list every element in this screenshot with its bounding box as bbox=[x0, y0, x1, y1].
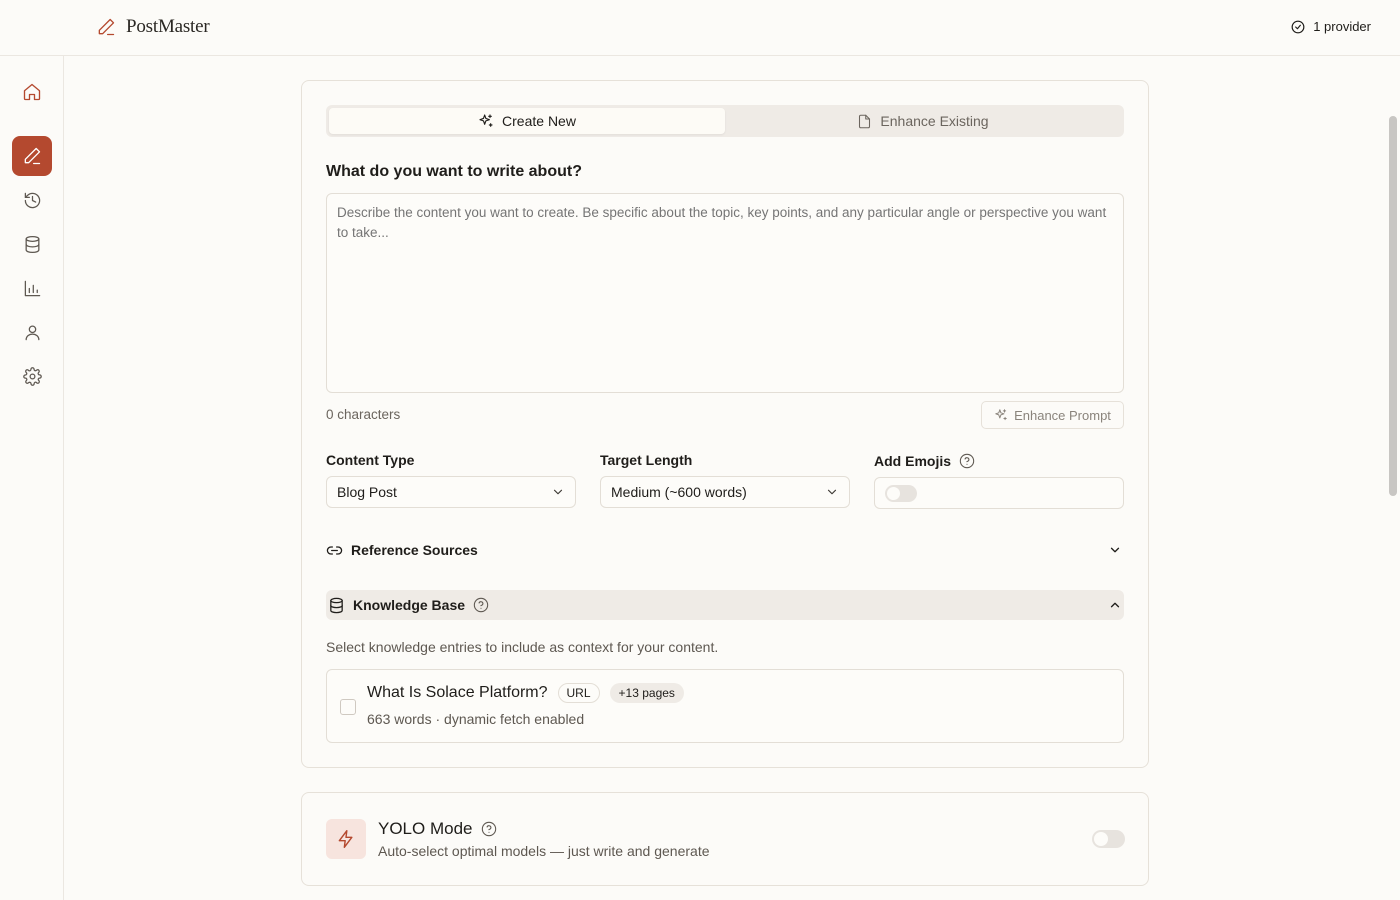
help-circle-icon[interactable] bbox=[481, 821, 497, 837]
lightning-icon bbox=[336, 829, 356, 849]
mode-tabs: Create New Enhance Existing bbox=[326, 105, 1124, 137]
scrollbar-thumb[interactable] bbox=[1389, 116, 1397, 496]
enhance-prompt-label: Enhance Prompt bbox=[1014, 407, 1111, 423]
content-type-select[interactable]: Blog Post bbox=[326, 476, 576, 508]
sidebar-item-history[interactable] bbox=[12, 180, 52, 220]
page-scrollbar[interactable] bbox=[1385, 56, 1400, 900]
add-emojis-toggle[interactable] bbox=[885, 485, 917, 502]
chevron-up-icon bbox=[1108, 598, 1122, 612]
add-emojis-label: Add Emojis bbox=[874, 453, 952, 469]
knowledge-base-description: Select knowledge entries to include as c… bbox=[326, 639, 719, 655]
knowledge-entry-title: What Is Solace Platform? bbox=[367, 684, 548, 701]
home-icon bbox=[22, 82, 42, 102]
tab-create-new-label: Create New bbox=[502, 113, 576, 129]
prompt-label: What do you want to write about? bbox=[326, 163, 582, 180]
yolo-description: Auto-select optimal models — just write … bbox=[378, 843, 710, 859]
add-emojis-field bbox=[874, 477, 1124, 509]
sidebar-item-home[interactable] bbox=[12, 72, 52, 112]
chart-icon bbox=[23, 279, 42, 298]
provider-status-label: 1 provider bbox=[1313, 19, 1371, 34]
app-name: PostMaster bbox=[126, 16, 210, 37]
provider-status[interactable]: 1 provider bbox=[1291, 19, 1371, 34]
tab-create-new[interactable]: Create New bbox=[329, 108, 725, 134]
content-type-value: Blog Post bbox=[337, 484, 397, 500]
create-form-card: Create New Enhance Existing What do you … bbox=[301, 80, 1149, 768]
yolo-title-row: YOLO Mode bbox=[378, 819, 497, 839]
user-icon bbox=[23, 323, 42, 342]
content-type-label: Content Type bbox=[326, 452, 415, 468]
sidebar-item-create[interactable] bbox=[12, 136, 52, 176]
database-icon bbox=[23, 235, 42, 254]
chevron-down-icon bbox=[825, 485, 839, 499]
reference-sources-title: Reference Sources bbox=[351, 542, 478, 558]
check-circle-icon bbox=[1291, 20, 1305, 34]
sidebar bbox=[0, 56, 64, 900]
target-length-value: Medium (~600 words) bbox=[611, 484, 747, 500]
knowledge-entry-meta: 663 words · dynamic fetch enabled bbox=[367, 711, 585, 727]
tab-enhance-existing-label: Enhance Existing bbox=[880, 113, 989, 129]
help-circle-icon[interactable] bbox=[959, 453, 975, 469]
sidebar-item-settings[interactable] bbox=[12, 356, 52, 396]
add-emojis-label-row: Add Emojis bbox=[874, 453, 975, 469]
knowledge-entry-checkbox[interactable] bbox=[340, 699, 356, 715]
link-icon bbox=[326, 542, 343, 559]
target-length-label: Target Length bbox=[600, 452, 693, 468]
yolo-mode-toggle[interactable] bbox=[1092, 830, 1125, 848]
top-header: PostMaster 1 provider bbox=[0, 0, 1400, 56]
sparkles-icon bbox=[994, 408, 1008, 422]
prompt-textarea[interactable] bbox=[326, 193, 1124, 393]
yolo-title: YOLO Mode bbox=[378, 819, 473, 838]
pages-badge: +13 pages bbox=[609, 683, 684, 703]
knowledge-entry-title-row: What Is Solace Platform? URL +13 pages bbox=[367, 683, 684, 703]
help-circle-icon[interactable] bbox=[473, 597, 489, 613]
yolo-mode-card: YOLO Mode Auto-select optimal models — j… bbox=[301, 792, 1149, 886]
gear-icon bbox=[22, 366, 42, 386]
tab-enhance-existing[interactable]: Enhance Existing bbox=[725, 108, 1121, 134]
reference-sources-header[interactable]: Reference Sources bbox=[326, 536, 1124, 564]
pen-icon bbox=[22, 146, 42, 166]
database-icon bbox=[328, 597, 345, 614]
document-icon bbox=[857, 114, 872, 129]
sidebar-item-knowledge[interactable] bbox=[12, 224, 52, 264]
lightning-icon-tile bbox=[326, 819, 366, 859]
pen-logo-icon bbox=[96, 17, 116, 37]
sidebar-item-analytics[interactable] bbox=[12, 268, 52, 308]
sparkles-icon bbox=[478, 113, 494, 129]
knowledge-base-header[interactable]: Knowledge Base bbox=[326, 590, 1124, 620]
enhance-prompt-button[interactable]: Enhance Prompt bbox=[981, 401, 1124, 429]
sidebar-item-profile[interactable] bbox=[12, 312, 52, 352]
url-badge: URL bbox=[557, 683, 600, 703]
brand[interactable]: PostMaster bbox=[96, 16, 210, 38]
history-icon bbox=[23, 191, 42, 210]
knowledge-entry[interactable]: What Is Solace Platform? URL +13 pages 6… bbox=[326, 669, 1124, 743]
character-count: 0 characters bbox=[326, 407, 401, 422]
chevron-down-icon bbox=[551, 485, 565, 499]
chevron-down-icon bbox=[1108, 543, 1122, 557]
knowledge-base-title: Knowledge Base bbox=[353, 597, 466, 613]
target-length-select[interactable]: Medium (~600 words) bbox=[600, 476, 850, 508]
